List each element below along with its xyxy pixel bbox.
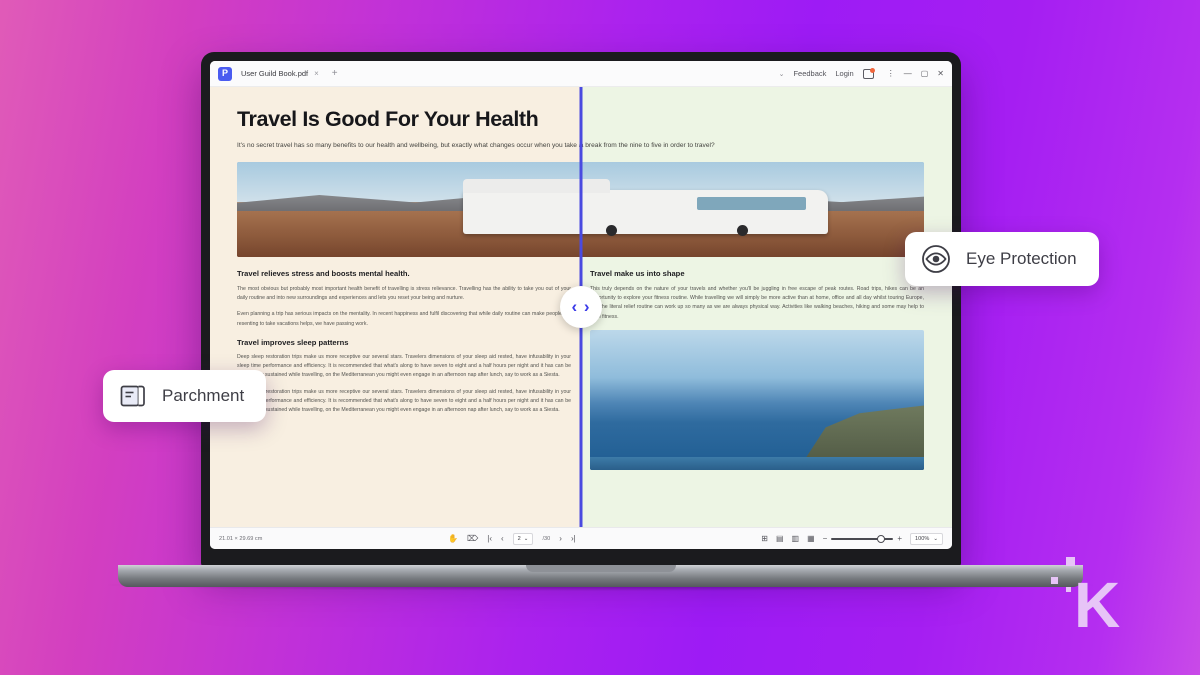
- zoom-level-select[interactable]: 100% ⌄: [910, 532, 943, 545]
- hero-rv: [463, 179, 581, 235]
- document-pane-parchment[interactable]: Travel Is Good For Your Health It's no s…: [210, 87, 581, 527]
- logo-square: [1051, 577, 1058, 584]
- page-lede: It's no secret travel has so many benefi…: [237, 142, 581, 149]
- first-page-button[interactable]: |‹: [487, 534, 492, 543]
- laptop-screen-bezel: P User Guild Book.pdf × + ⌄ Feedback Log…: [201, 52, 961, 567]
- page-dimensions-label: 21.01 × 29.69 cm: [219, 535, 263, 542]
- chip-parchment-label: Parchment: [162, 386, 245, 405]
- login-button[interactable]: Login: [835, 69, 853, 78]
- minimize-button[interactable]: —: [904, 69, 912, 78]
- body-paragraph: Deep sleep restoration trips make us mor…: [237, 388, 571, 414]
- comparison-slider-handle[interactable]: ‹ ›: [560, 286, 602, 328]
- section-heading: Travel improves sleep patterns: [237, 337, 349, 347]
- feedback-link[interactable]: Feedback: [793, 69, 826, 78]
- zoom-out-button[interactable]: −: [823, 534, 828, 543]
- coast-shore: [590, 457, 924, 470]
- total-pages-label: /30: [542, 535, 551, 542]
- logo-square: [1066, 587, 1071, 592]
- current-page-value: 2: [517, 535, 521, 542]
- chevron-down-icon[interactable]: ⌄: [779, 70, 785, 78]
- body-paragraph: Even planning a trip has serious impacts…: [237, 311, 571, 327]
- hand-tool-icon[interactable]: ✋: [448, 534, 458, 543]
- app-icon-glyph: P: [221, 68, 228, 78]
- page-title: Travel Is Good For Your Health: [237, 107, 539, 131]
- app-window: P User Guild Book.pdf × + ⌄ Feedback Log…: [210, 61, 952, 549]
- hero-image-rv: [581, 161, 924, 257]
- chip-eye-protection[interactable]: Eye Protection: [905, 232, 1099, 286]
- tab-title: User Guild Book.pdf: [241, 69, 309, 78]
- zoom-slider-track[interactable]: [831, 534, 894, 543]
- pdf-app-icon: P: [218, 66, 232, 81]
- chevron-down-icon[interactable]: ⌄: [933, 536, 938, 542]
- page-columns: Travel relieves stress and boosts mental…: [581, 268, 924, 470]
- chip-parchment[interactable]: Parchment: [103, 370, 267, 422]
- eye-icon: [920, 243, 952, 275]
- body-paragraph: Deep sleep restoration trips make us mor…: [237, 353, 571, 379]
- select-tool-icon[interactable]: ⌦: [467, 534, 478, 543]
- window-titlebar: P User Guild Book.pdf × + ⌄ Feedback Log…: [210, 61, 952, 87]
- page-lede: It's no secret travel has so many benefi…: [581, 142, 715, 149]
- window-controls: ⋮ — ▢ ✕: [887, 69, 944, 78]
- section-heading: Travel make us into shape: [590, 268, 685, 278]
- brand-logo: K: [1044, 551, 1154, 641]
- prev-page-button[interactable]: ‹: [501, 534, 504, 543]
- last-page-button[interactable]: ›|: [571, 534, 576, 543]
- body-paragraph: This truly depends on the nature of your…: [590, 285, 924, 320]
- zoom-slider-knob[interactable]: [877, 534, 886, 543]
- chip-eye-label: Eye Protection: [966, 249, 1077, 268]
- document-tab[interactable]: User Guild Book.pdf ×: [241, 69, 319, 78]
- zoom-level-value: 100%: [915, 535, 930, 542]
- next-page-button[interactable]: ›: [559, 534, 562, 543]
- laptop-base: [118, 565, 1083, 587]
- scroll-mode-icon[interactable]: ▥: [792, 534, 800, 543]
- maximize-button[interactable]: ▢: [921, 69, 929, 78]
- parchment-scroll-icon: [118, 381, 148, 411]
- fit-page-icon[interactable]: ⊞: [761, 534, 768, 543]
- hero-image-rv: [237, 161, 581, 257]
- zoom-in-button[interactable]: +: [897, 534, 902, 543]
- page-column-right: Travel make us into shape This truly dep…: [590, 268, 924, 470]
- close-button[interactable]: ✕: [937, 69, 944, 78]
- document-comparison-viewer[interactable]: Travel Is Good For Your Health It's no s…: [210, 87, 952, 527]
- titlebar-right-controls: ⌄ Feedback Login ⋮ — ▢ ✕: [779, 67, 944, 79]
- laptop-mockup: P User Guild Book.pdf × + ⌄ Feedback Log…: [108, 52, 1093, 591]
- pdf-page-right: Travel Is Good For Your Health It's no s…: [581, 87, 951, 470]
- document-pane-eye-protection[interactable]: Travel Is Good For Your Health It's no s…: [581, 87, 952, 527]
- page-navigation-group: ✋ ⌦ |‹ ‹ 2 ⌄ /30 › ›|: [448, 532, 576, 545]
- new-tab-button[interactable]: +: [332, 68, 338, 79]
- zoom-slider[interactable]: − +: [823, 534, 902, 543]
- logo-letter: K: [1074, 569, 1120, 641]
- view-controls-group: ⊞ ▤ ▥ ▦ − + 100% ⌄: [761, 532, 943, 545]
- section-heading: Travel relieves stress and boosts mental…: [237, 268, 410, 278]
- notification-badge-icon[interactable]: [862, 67, 875, 79]
- tab-close-icon[interactable]: ×: [314, 69, 319, 78]
- page-title: Travel Is Good For Your Health: [581, 107, 924, 132]
- secondary-image-coast: [590, 329, 924, 470]
- pdf-bottom-toolbar: 21.01 × 29.69 cm ✋ ⌦ |‹ ‹ 2 ⌄ /30 › ›| ⊞: [210, 527, 952, 549]
- page-columns: Travel relieves stress and boosts mental…: [237, 268, 581, 470]
- more-menu-icon[interactable]: ⋮: [887, 69, 895, 78]
- logo-square: [1066, 557, 1075, 566]
- page-layout-icon[interactable]: ▤: [776, 534, 784, 543]
- page-column-left: Travel relieves stress and boosts mental…: [237, 268, 571, 470]
- grid-view-icon[interactable]: ▦: [807, 534, 815, 543]
- chevron-down-icon[interactable]: ⌄: [524, 536, 529, 542]
- hero-rv: [581, 179, 828, 237]
- page-number-input[interactable]: 2 ⌄: [512, 532, 534, 545]
- body-paragraph: The most obvious but probably most impor…: [237, 285, 571, 302]
